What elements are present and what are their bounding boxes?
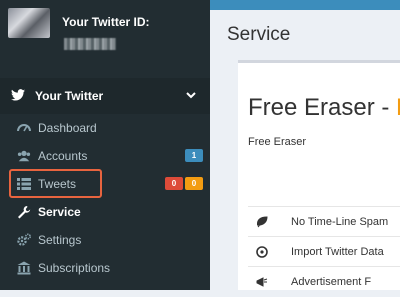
feature-text: Import Twitter Data	[291, 246, 384, 258]
tweets-highlight-box	[9, 169, 102, 198]
sidebar-item-label: Service	[38, 205, 81, 219]
panel-subtitle: Free Eraser	[248, 136, 307, 148]
sidebar: Your Twitter ID: Your Twitter Dashboard …	[0, 0, 210, 290]
panel-title-accent: F	[396, 94, 400, 121]
bank-icon	[17, 261, 31, 275]
sidebar-item-dashboard[interactable]: Dashboard	[0, 114, 210, 142]
sidebar-item-label: Settings	[38, 233, 82, 247]
users-icon	[17, 150, 31, 162]
bullhorn-icon	[256, 277, 268, 287]
panel-title-text: Free Eraser -	[248, 94, 397, 121]
twitter-icon	[11, 89, 25, 101]
sidebar-item-accounts[interactable]: Accounts 1	[0, 142, 210, 170]
gears-icon	[17, 233, 31, 246]
top-navbar	[210, 0, 400, 10]
feature-text: Advertisement F	[291, 276, 372, 288]
tweets-badge-red: 0	[165, 177, 183, 190]
user-panel: Your Twitter ID:	[0, 0, 210, 70]
sidebar-item-label: Accounts	[38, 149, 88, 163]
info-circle-icon	[256, 246, 268, 258]
feature-row: Advertisement F	[248, 266, 400, 297]
chevron-down-icon[interactable]	[186, 90, 196, 100]
sidebar-item-label: Dashboard	[38, 121, 97, 135]
service-panel: Free Eraser - F Free Eraser No Time-Line…	[238, 60, 400, 290]
panel-title: Free Eraser - F	[248, 94, 400, 122]
accounts-count-badge: 1	[185, 149, 203, 162]
dashboard-icon	[17, 124, 31, 132]
menu-header-your-twitter[interactable]: Your Twitter	[0, 78, 210, 114]
sidebar-item-settings[interactable]: Settings	[0, 226, 210, 254]
sidebar-item-label: Subscriptions	[38, 261, 111, 275]
wrench-icon	[18, 206, 31, 219]
sidebar-item-subscriptions[interactable]: Subscriptions	[0, 254, 210, 282]
leaf-icon	[256, 216, 268, 228]
twitter-id-value-blurred	[64, 38, 116, 50]
avatar[interactable]	[8, 8, 50, 38]
sidebar-item-service[interactable]: Service	[0, 198, 210, 226]
feature-text: No Time-Line Spam	[291, 216, 389, 228]
page-title: Service	[227, 24, 291, 45]
twitter-id-label: Your Twitter ID:	[62, 15, 150, 29]
feature-row: Import Twitter Data	[248, 236, 400, 267]
feature-row: No Time-Line Spam	[248, 206, 400, 237]
tweets-badge-orange: 0	[185, 177, 203, 190]
menu-header-label: Your Twitter	[35, 89, 104, 103]
